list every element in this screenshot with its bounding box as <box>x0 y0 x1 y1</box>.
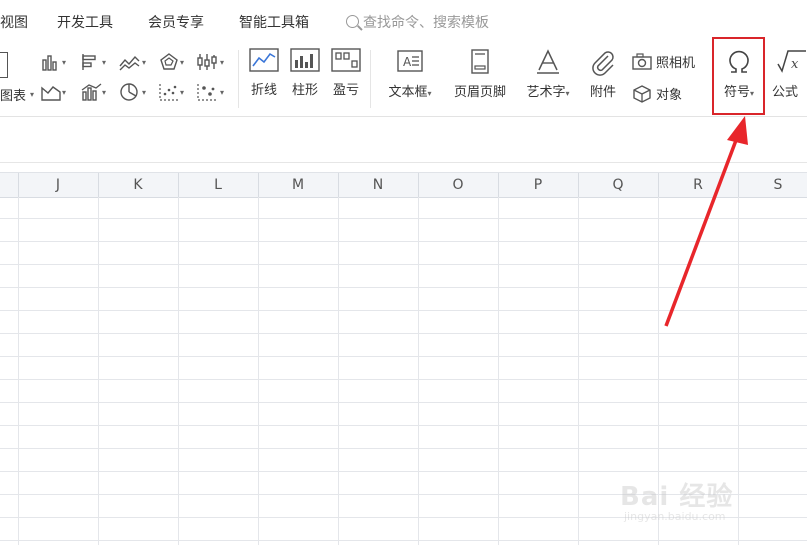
watermark: Bai 经验 jingyan.baidu.com <box>620 462 770 532</box>
watermark-url: jingyan.baidu.com <box>624 510 726 523</box>
watermark-logo: Bai 经验 <box>620 482 734 512</box>
